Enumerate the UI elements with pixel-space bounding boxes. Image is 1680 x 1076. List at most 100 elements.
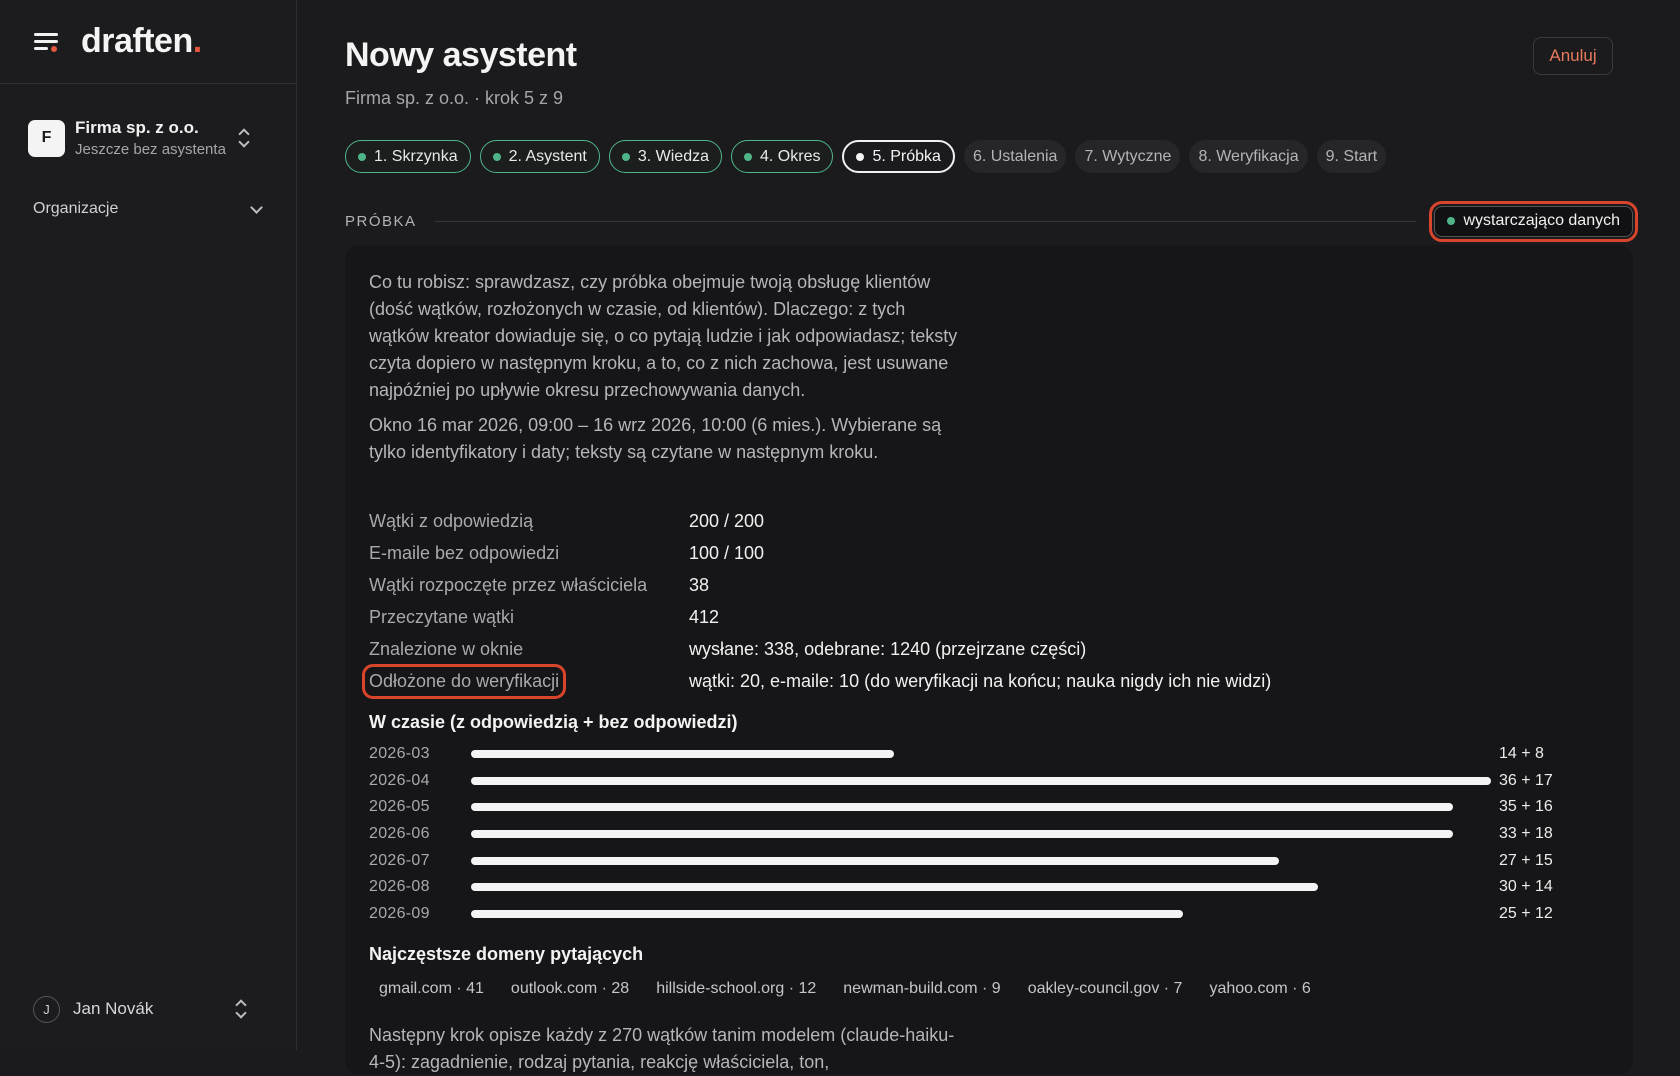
status-dot-icon: [1447, 217, 1456, 225]
section-label: PRÓBKA: [345, 212, 417, 230]
chart-value-label: 30 + 14: [1499, 878, 1553, 896]
chart-value-label: 33 + 18: [1499, 825, 1553, 843]
domain-chip: newman-build.com · 9: [833, 977, 1011, 1001]
stat-key: E-maile bez odpowiedzi: [369, 542, 560, 563]
chart-category-label: 2026-04: [369, 771, 430, 789]
user-menu[interactable]: J Jan Novák: [33, 995, 265, 1023]
divider: [434, 220, 1417, 222]
chart-bar: [471, 856, 1280, 865]
stats-table: Wątki z odpowiedzią 200 / 200 E-maile bez …: [361, 505, 1589, 699]
chevron-up-down-icon: [235, 999, 247, 1019]
chart-bar: [471, 883, 1318, 892]
user-name: Jan Novák: [73, 999, 154, 1018]
step-dot-icon: [856, 152, 865, 161]
step-tab-6[interactable]: 6. Ustalenia: [963, 140, 1067, 173]
organizations-toggle[interactable]: Organizacje: [33, 200, 265, 218]
status-badge: wystarczająco danych: [1429, 200, 1638, 242]
chart-category-label: 2026-09: [369, 905, 430, 923]
domain-chip: yahoo.com · 6: [1199, 977, 1321, 1001]
user-avatar: J: [33, 995, 60, 1023]
chart-value-label: 14 + 8: [1499, 745, 1544, 762]
chart-bar: [471, 776, 1491, 785]
step-label: 9. Start: [1325, 147, 1378, 165]
intro-text: Co tu robisz: sprawdzasz, czy próbka obe…: [369, 272, 958, 400]
chart-bar: [471, 750, 895, 758]
stat-row: Znalezione w oknie wysłane: 338, odebrane…: [369, 633, 1589, 665]
stat-row: Wątki rozpoczęte przez właściciela 38: [369, 569, 1589, 601]
step-tab-5[interactable]: 5. Próbka: [842, 140, 955, 173]
chart-category-label: 2026-06: [369, 825, 430, 843]
step-label: 8. Weryfikacja: [1198, 147, 1299, 165]
cancel-button[interactable]: Anuluj: [1533, 37, 1613, 75]
step-tab-4[interactable]: 4. Okres: [731, 140, 834, 173]
status-text: wystarczająco danych: [1463, 212, 1620, 229]
chart-row: 2026-07 27 + 15: [369, 852, 1589, 879]
chart-value-label: 35 + 16: [1499, 798, 1553, 816]
domain-chip: hillside-school.org · 12: [646, 977, 827, 1001]
stat-value: wysłane: 338, odebrane: 1240 (przejrzane…: [689, 638, 1087, 659]
domains-title: Najczęstsze domeny pytających: [369, 944, 644, 964]
step-label: 1. Skrzynka: [374, 147, 458, 165]
chart-bar: [471, 910, 1184, 919]
domain-chip: gmail.com · 41: [369, 977, 494, 1001]
step-tab-1[interactable]: 1. Skrzynka: [345, 140, 471, 173]
step-tab-7[interactable]: 7. Wytyczne: [1075, 140, 1181, 173]
page-title: Nowy asystent: [345, 36, 577, 74]
stat-row: E-maile bez odpowiedzi 100 / 100: [369, 537, 1589, 569]
chevron-up-down-icon: [238, 128, 250, 148]
org-avatar: F: [28, 119, 65, 157]
step-label: 7. Wytyczne: [1084, 147, 1172, 165]
stat-key: Wątki rozpoczęte przez właściciela: [369, 574, 648, 595]
menu-icon[interactable]: [32, 28, 60, 56]
step-label: 6. Ustalenia: [972, 147, 1058, 165]
step-label: 4. Okres: [760, 147, 821, 165]
step-tabs: 1. Skrzynka 2. Asystent 3. Wiedza 4. Okres 5…: [345, 140, 1387, 173]
logo[interactable]: draften.: [81, 22, 202, 61]
next-step-note: Następny krok opisze każdy z 270 wątków …: [369, 1025, 955, 1072]
stat-key: Wątki z odpowiedzią: [369, 510, 534, 531]
chevron-down-icon: [250, 200, 263, 214]
stat-row: Wątki z odpowiedzią 200 / 200: [369, 505, 1589, 537]
stat-value: 38: [689, 574, 710, 595]
domain-chip: oakley-council.gov · 7: [1017, 977, 1193, 1001]
chart-bar-track: [471, 883, 1491, 892]
main-content: Nowy asystent Firma sp. z o.o. · krok 5 …: [345, 0, 1638, 1075]
chart-bar-track: [471, 856, 1491, 865]
time-bar-chart: 2026-03 14 + 8 2026-04 36 + 17 2026-05 35 + 1…: [369, 745, 1589, 932]
step-tab-8[interactable]: 8. Weryfikacja: [1189, 140, 1308, 173]
chart-category-label: 2026-03: [369, 745, 430, 762]
chart-bar-track: [471, 750, 1491, 758]
chart-bar: [471, 830, 1453, 839]
stat-value: 200 / 200: [689, 510, 765, 531]
stat-row: Odłożone do weryfikacji wątki: 20, e-mail…: [361, 663, 1589, 699]
org-switcher[interactable]: F Firma sp. z o.o. Jeszcze bez asystenta: [28, 118, 270, 158]
step-tab-3[interactable]: 3. Wiedza: [608, 140, 722, 173]
step-label: 5. Próbka: [872, 147, 941, 165]
stat-value: 412: [689, 606, 720, 627]
chart-value-label: 25 + 12: [1499, 905, 1553, 923]
stat-key: Znalezione w oknie: [369, 638, 524, 659]
step-dot-icon: [621, 152, 630, 161]
chart-category-label: 2026-05: [369, 798, 430, 816]
step-label: 3. Wiedza: [637, 147, 709, 165]
step-tab-2[interactable]: 2. Asystent: [479, 140, 600, 173]
organizations-label: Organizacje: [33, 200, 119, 217]
chart-bar: [471, 803, 1453, 812]
org-name: Firma sp. z o.o.: [75, 118, 199, 137]
chart-bar-track: [471, 830, 1491, 839]
chart-row: 2026-06 33 + 18: [369, 825, 1589, 852]
chart-bar-track: [471, 910, 1491, 919]
step-dot-icon: [358, 152, 366, 161]
chart-row: 2026-04 36 + 17: [369, 772, 1589, 799]
chart-category-label: 2026-07: [369, 851, 430, 869]
domain-chip: outlook.com · 28: [500, 977, 640, 1001]
chart-row: 2026-09 25 + 12: [369, 905, 1589, 932]
org-subtitle: Jeszcze bez asystenta: [75, 141, 226, 158]
stat-value: wątki: 20, e-maile: 10 (do weryfikacji n…: [689, 670, 1272, 691]
page-subtitle: Firma sp. z o.o. · krok 5 z 9: [345, 88, 564, 108]
chart-row: 2026-08 30 + 14: [369, 878, 1589, 905]
sidebar-header: draften.: [0, 0, 296, 84]
chart-bar-track: [471, 776, 1491, 785]
step-label: 2. Asystent: [508, 147, 587, 165]
step-tab-9[interactable]: 9. Start: [1316, 140, 1387, 173]
